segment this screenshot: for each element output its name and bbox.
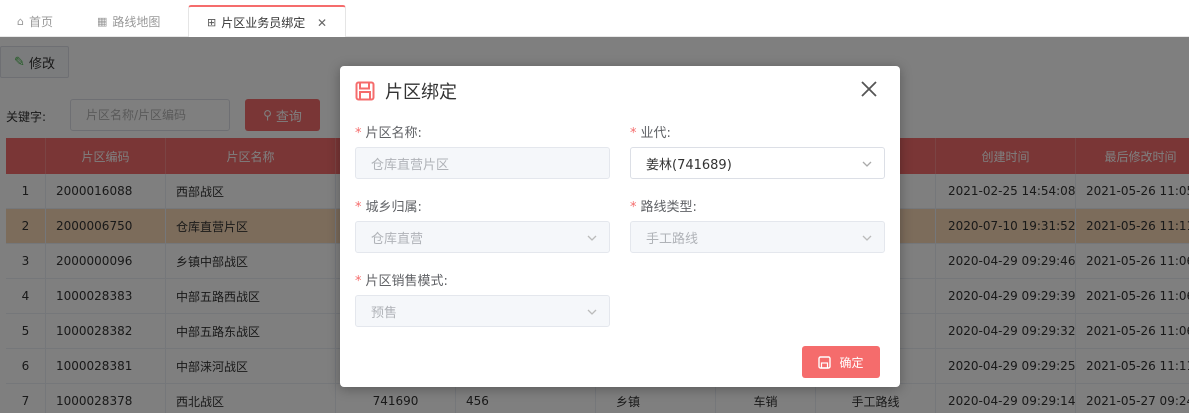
tab-label: 片区业务员绑定: [221, 15, 306, 30]
label-text: 城乡归属:: [365, 200, 422, 215]
sales-mode-value: 预售: [371, 305, 398, 321]
home-icon: ⌂: [17, 14, 24, 28]
required-mark: *: [355, 274, 362, 289]
dialog-title: 片区绑定: [385, 82, 457, 103]
route-type-value: 手工路线: [646, 231, 699, 247]
dialog-header: 片区绑定: [355, 78, 457, 104]
route-type-select[interactable]: 手工路线: [630, 221, 885, 253]
route-type-label: * 路线类型:: [630, 196, 697, 215]
close-icon[interactable]: ✕: [317, 16, 327, 30]
chevron-down-icon: [862, 161, 872, 167]
label-text: 路线类型:: [640, 200, 697, 215]
sales-mode-label: * 片区销售模式:: [355, 270, 448, 289]
confirm-button[interactable]: 确定: [802, 346, 880, 378]
close-icon[interactable]: [860, 80, 878, 98]
required-mark: *: [630, 200, 637, 215]
area-name-label: * 片区名称:: [355, 122, 422, 141]
tab-label: 路线地图: [112, 14, 161, 29]
agent-label: * 业代:: [630, 122, 671, 141]
tab-label: 首页: [28, 14, 53, 29]
chevron-down-icon: [587, 309, 597, 315]
tab-bar: ⌂ 首页 ▦ 路线地图 ⊞ 片区业务员绑定 ✕: [0, 0, 1189, 37]
required-mark: *: [355, 200, 362, 215]
urban-rural-value: 仓库直营: [371, 231, 424, 247]
label-text: 业代:: [640, 126, 671, 141]
tab-area-salesman-binding[interactable]: ⊞ 片区业务员绑定 ✕: [188, 5, 346, 37]
chevron-down-icon: [862, 235, 872, 241]
label-text: 片区销售模式:: [365, 274, 448, 289]
agent-value: 姜林(741689): [646, 157, 732, 173]
urban-rural-label: * 城乡归属:: [355, 196, 422, 215]
save-icon: [355, 81, 375, 101]
save-icon: [818, 355, 832, 369]
confirm-button-label: 确定: [839, 355, 864, 370]
tab-route-map[interactable]: ▦ 路线地图: [97, 5, 160, 37]
document-icon: ▦: [97, 14, 108, 28]
required-mark: *: [630, 126, 637, 141]
chevron-down-icon: [587, 235, 597, 241]
required-mark: *: [355, 126, 362, 141]
grid-icon: ⊞: [207, 15, 217, 29]
sales-mode-select[interactable]: 预售: [355, 295, 610, 327]
label-text: 片区名称:: [365, 126, 422, 141]
area-binding-dialog: 片区绑定 * 片区名称: 仓库直营片区 * 业代: 姜林(741689) * 城乡归属…: [340, 66, 900, 387]
area-name-value: 仓库直营片区: [371, 157, 450, 173]
urban-rural-select[interactable]: 仓库直营: [355, 221, 610, 253]
agent-select[interactable]: 姜林(741689): [630, 147, 885, 179]
tab-home[interactable]: ⌂ 首页: [17, 5, 53, 37]
area-name-field[interactable]: 仓库直营片区: [355, 147, 610, 179]
